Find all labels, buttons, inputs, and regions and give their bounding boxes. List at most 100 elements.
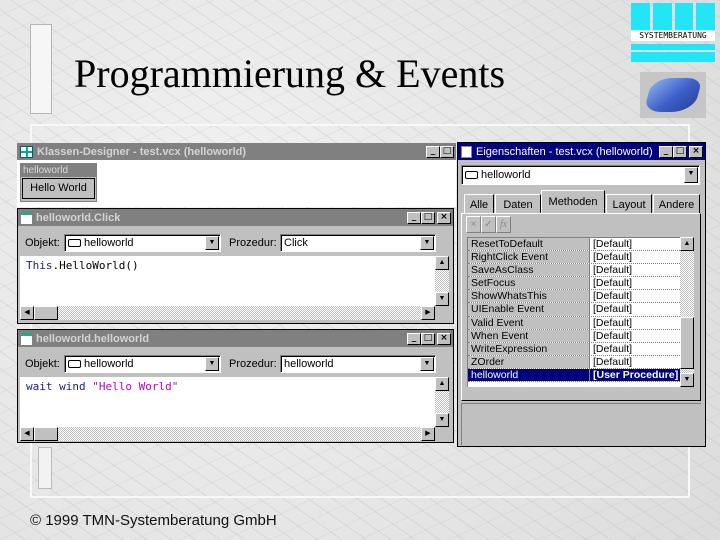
- methods-list-scrollbar[interactable]: ▲ ▼: [680, 237, 694, 387]
- object-icon: [68, 360, 81, 368]
- procedure-label: Prozedur:: [229, 237, 277, 249]
- vertical-scrollbar[interactable]: ▲ ▼: [435, 377, 449, 427]
- method-row[interactable]: UIEnable Event [Default]: [468, 303, 680, 317]
- code-window-helloworld: helloworld.helloworld _ □ × Objekt: hell…: [17, 329, 454, 443]
- accept-icon[interactable]: ✓: [481, 216, 496, 233]
- procedure-label: Prozedur:: [229, 358, 277, 370]
- object-icon: [465, 171, 478, 179]
- procedure-select[interactable]: Click ▼: [280, 234, 436, 252]
- object-select[interactable]: helloworld ▼: [64, 355, 221, 373]
- properties-titlebar[interactable]: Eigenschaften - test.vcx (helloworld) _ …: [458, 143, 705, 160]
- object-label: Objekt:: [25, 237, 60, 249]
- maximize-button[interactable]: □: [421, 332, 435, 345]
- class-designer-titlebar[interactable]: Klassen-Designer - test.vcx (helloworld)…: [17, 143, 456, 160]
- tab-label: Layout: [612, 198, 646, 211]
- scroll-left-button[interactable]: ◀: [20, 427, 34, 441]
- code-editor[interactable]: wait wind "Hello World": [20, 377, 435, 427]
- method-value: [Default]: [590, 238, 680, 251]
- tab-andere[interactable]: Andere: [653, 194, 700, 214]
- class-designer-title: Klassen-Designer - test.vcx (helloworld): [37, 145, 247, 158]
- method-row[interactable]: SaveAsClass [Default]: [468, 264, 680, 278]
- method-value: [Default]: [590, 277, 680, 290]
- horizontal-scrollbar[interactable]: ◀ ▶: [20, 427, 435, 441]
- method-name: WriteExpression: [468, 342, 590, 355]
- slide-frame-left-bar: [30, 24, 52, 114]
- minimize-button[interactable]: _: [426, 145, 440, 158]
- method-row[interactable]: ResetToDefault [Default]: [468, 238, 680, 252]
- methods-list[interactable]: ResetToDefault [Default] RightClick Event[…: [467, 237, 680, 387]
- method-row[interactable]: When Event [Default]: [468, 329, 680, 343]
- method-name: RightClick Event: [468, 251, 590, 264]
- code-editor[interactable]: This.HelloWorld(): [20, 256, 435, 306]
- code-window-click-titlebar[interactable]: helloworld.Click _ □ ×: [18, 209, 453, 226]
- method-name: helloworld: [468, 368, 590, 382]
- object-value: helloworld: [84, 358, 134, 370]
- scroll-up-button[interactable]: ▲: [435, 377, 449, 391]
- method-row[interactable]: Valid Event [Default]: [468, 316, 680, 330]
- method-row[interactable]: ShowWhatsThis [Default]: [468, 290, 680, 304]
- maximize-button[interactable]: □: [440, 145, 454, 158]
- description-panel: [461, 403, 701, 445]
- method-value: [User Procedure]: [590, 368, 680, 382]
- tab-label: Andere: [658, 198, 695, 211]
- close-button[interactable]: ×: [689, 145, 703, 158]
- scroll-thumb[interactable]: [34, 306, 58, 320]
- scroll-thumb[interactable]: [680, 317, 694, 369]
- hello-world-button[interactable]: Hello World: [22, 178, 95, 199]
- scroll-down-button[interactable]: ▼: [435, 292, 449, 306]
- dropdown-arrow-icon[interactable]: ▼: [205, 236, 219, 250]
- vertical-scrollbar[interactable]: ▲ ▼: [435, 256, 449, 306]
- code-string: "Hello World": [92, 380, 179, 393]
- scroll-up-button[interactable]: ▲: [435, 256, 449, 270]
- tab-methoden[interactable]: Methoden: [541, 190, 605, 213]
- method-row[interactable]: helloworld [User Procedure]: [468, 368, 680, 383]
- method-row[interactable]: ZOrder [Default]: [468, 355, 680, 369]
- method-value: [Default]: [590, 342, 680, 355]
- scroll-thumb[interactable]: [34, 427, 58, 441]
- code-text: .HelloWorld(): [52, 259, 139, 272]
- tab-layout[interactable]: Layout: [606, 194, 652, 214]
- tmn-logo: SYSTEMBERATUNG: [631, 3, 715, 63]
- dropdown-arrow-icon[interactable]: ▼: [420, 236, 434, 250]
- properties-object-select[interactable]: helloworld ▼: [461, 165, 700, 185]
- minimize-button[interactable]: _: [407, 332, 421, 345]
- scroll-down-button[interactable]: ▼: [435, 413, 449, 427]
- maximize-button[interactable]: □: [421, 211, 435, 224]
- scroll-left-button[interactable]: ◀: [20, 306, 34, 320]
- dropdown-arrow-icon[interactable]: ▼: [420, 357, 434, 371]
- designer-form[interactable]: helloworld Hello World: [20, 163, 97, 202]
- scroll-down-button[interactable]: ▼: [680, 373, 694, 387]
- properties-object-value: helloworld: [481, 169, 531, 181]
- dropdown-arrow-icon[interactable]: ▼: [684, 167, 698, 183]
- function-icon[interactable]: fx: [496, 216, 511, 233]
- minimize-button[interactable]: _: [407, 211, 421, 224]
- scroll-up-button[interactable]: ▲: [680, 237, 694, 251]
- object-select[interactable]: helloworld ▼: [64, 234, 221, 252]
- cancel-icon[interactable]: ×: [466, 216, 481, 233]
- method-value: [Default]: [590, 251, 680, 264]
- dropdown-arrow-icon[interactable]: ▼: [205, 357, 219, 371]
- object-icon: [68, 239, 81, 247]
- method-row[interactable]: SetFocus [Default]: [468, 277, 680, 291]
- code-window-icon: [21, 332, 32, 345]
- method-row[interactable]: WriteExpression [Default]: [468, 342, 680, 356]
- minimize-button[interactable]: _: [659, 145, 673, 158]
- tab-alle[interactable]: Alle: [464, 194, 494, 214]
- procedure-select[interactable]: helloworld ▼: [280, 355, 436, 373]
- code-keyword: wait wind: [26, 380, 86, 393]
- method-name: ZOrder: [468, 355, 590, 368]
- tab-daten[interactable]: Daten: [495, 194, 541, 214]
- scroll-right-button[interactable]: ▶: [421, 306, 435, 320]
- code-window-click-title: helloworld.Click: [36, 211, 121, 224]
- horizontal-scrollbar[interactable]: ◀ ▶: [20, 306, 435, 320]
- close-button[interactable]: ×: [437, 332, 451, 345]
- method-name: SaveAsClass: [468, 264, 590, 277]
- logo-subtitle: SYSTEMBERATUNG: [631, 31, 715, 41]
- close-button[interactable]: ×: [437, 211, 451, 224]
- method-row[interactable]: RightClick Event [Default]: [468, 251, 680, 265]
- scroll-right-button[interactable]: ▶: [421, 427, 435, 441]
- code-keyword: This: [26, 259, 53, 272]
- code-window-helloworld-titlebar[interactable]: helloworld.helloworld _ □ ×: [18, 330, 453, 347]
- slide-frame-corner: [38, 447, 52, 489]
- maximize-button[interactable]: □: [673, 145, 687, 158]
